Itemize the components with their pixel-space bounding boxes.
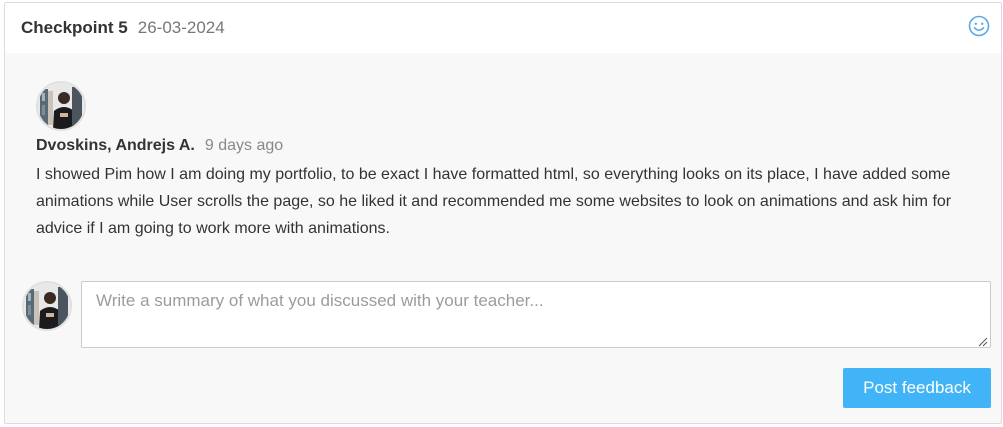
avatar xyxy=(36,81,86,131)
checkpoint-date: 26-03-2024 xyxy=(137,18,225,37)
comment-meta: Dvoskins, Andrejs A. 9 days ago xyxy=(36,137,283,155)
avatar xyxy=(22,281,72,331)
comment-text: I showed Pim how I am doing my portfolio… xyxy=(36,166,952,237)
card-header: Checkpoint 5 26-03-2024 xyxy=(5,3,1001,53)
smiley-icon[interactable] xyxy=(968,15,990,37)
checkpoint-title: Checkpoint 5 xyxy=(21,18,128,37)
comment-time: 9 days ago xyxy=(204,137,284,154)
checkpoint-card: Checkpoint 5 26-03-2024 Dvoskins, Andrej… xyxy=(4,2,1002,424)
post-feedback-button[interactable]: Post feedback xyxy=(843,368,991,408)
resize-grip-icon[interactable] xyxy=(977,334,988,347)
feedback-summary-textarea[interactable] xyxy=(81,281,991,348)
comment-author: Dvoskins, Andrejs A. xyxy=(36,137,195,154)
